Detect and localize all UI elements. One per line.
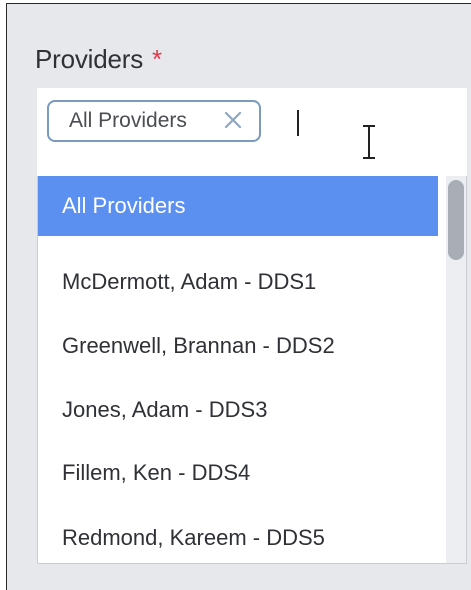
ibeam-cursor-icon (359, 124, 379, 160)
option-label: All Providers (62, 193, 186, 218)
option-label: McDermott, Adam - DDS1 (62, 269, 317, 294)
dropdown-scrollbar[interactable] (446, 176, 466, 563)
option-label: Greenwell, Brannan - DDS2 (62, 333, 335, 358)
providers-dropdown-list: All Providers McDermott, Adam - DDS1 Gre… (37, 176, 467, 564)
option-label: Redmond, Kareem - DDS5 (62, 525, 325, 550)
providers-field-label: Providers * (35, 44, 162, 75)
providers-label-text: Providers (35, 44, 144, 74)
providers-panel: Providers * All Providers All Providers … (6, 3, 471, 590)
option-redmond-kareem[interactable]: Redmond, Kareem - DDS5 (38, 508, 438, 563)
text-caret (297, 110, 299, 136)
option-label: Jones, Adam - DDS3 (62, 397, 268, 422)
option-all-providers[interactable]: All Providers (38, 176, 438, 236)
providers-multiselect-input[interactable]: All Providers (37, 88, 467, 176)
option-jones-adam[interactable]: Jones, Adam - DDS3 (38, 380, 438, 440)
option-fillem-ken[interactable]: Fillem, Ken - DDS4 (38, 443, 438, 503)
required-asterisk: * (152, 44, 162, 74)
selected-chip-all-providers: All Providers (47, 100, 261, 142)
chip-label: All Providers (69, 109, 187, 132)
option-greenwell-brannan[interactable]: Greenwell, Brannan - DDS2 (38, 316, 438, 376)
scrollbar-thumb[interactable] (448, 180, 464, 260)
option-label: Fillem, Ken - DDS4 (62, 460, 251, 485)
option-mcdermott-adam[interactable]: McDermott, Adam - DDS1 (38, 252, 438, 312)
close-icon[interactable] (221, 108, 245, 132)
